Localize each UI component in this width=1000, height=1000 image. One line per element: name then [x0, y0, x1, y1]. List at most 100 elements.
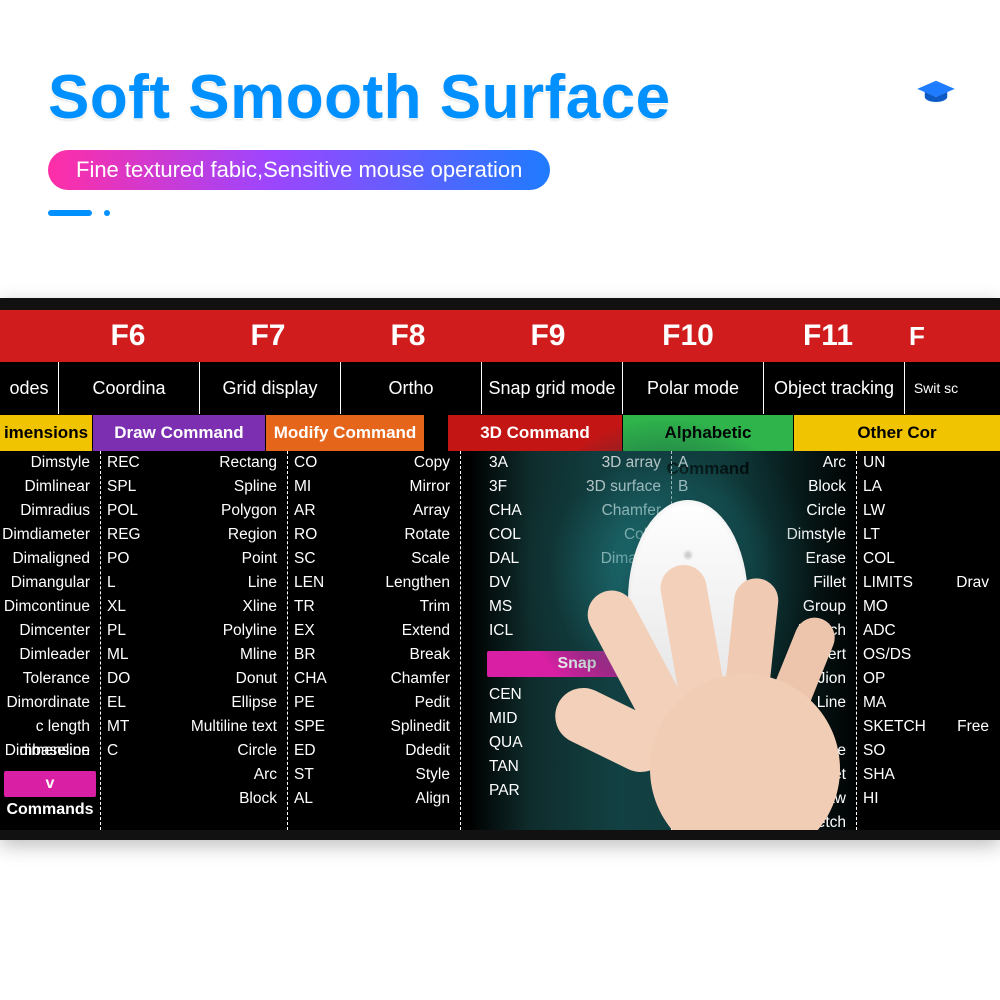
cmd-short: A: [672, 451, 712, 475]
cmd-short: DV: [483, 571, 543, 595]
cmd-short: DAL: [483, 547, 543, 571]
cmd-long: Line: [159, 571, 287, 595]
cmd-short: MO: [857, 595, 941, 619]
cmd-long: Pedit: [344, 691, 460, 715]
cat-other: Other Cor: [794, 415, 1000, 451]
cmd-short: SPL: [101, 475, 159, 499]
graduation-cap-icon: [916, 72, 956, 112]
cmd-long: Copy: [344, 451, 460, 475]
cmd-label: Dimbaseline: [0, 739, 100, 763]
cmd-long: Jion: [712, 667, 856, 691]
cmd-long: [941, 499, 999, 523]
cmd-long: Mirror: [344, 475, 460, 499]
cmd-short: UN: [857, 451, 941, 475]
cmd-long: [941, 475, 999, 499]
cmd-short: HI: [857, 787, 941, 811]
cmd-long: [941, 763, 999, 787]
cmd-short: EX: [288, 619, 344, 643]
cmd-long: 3D surface: [543, 475, 671, 499]
cmd-long: Scale: [344, 547, 460, 571]
cmd-short: MI: [288, 475, 344, 499]
cmd-short: LT: [857, 523, 941, 547]
fkey: F6: [58, 310, 198, 362]
cmd-long: Region: [159, 523, 287, 547]
cmd-short: MT: [101, 715, 159, 739]
cmd-label: Dimaligned: [0, 547, 100, 571]
cmd-short: PE: [288, 691, 344, 715]
fkey: F10: [618, 310, 758, 362]
cmd-short: DO: [101, 667, 159, 691]
fkey: F11: [758, 310, 898, 362]
fdesc: Ortho: [341, 362, 482, 414]
cmd-short: [101, 787, 159, 811]
cmd-long: [712, 715, 856, 739]
cmd-label: Dimordinate: [0, 691, 100, 715]
cmd-short: B: [672, 475, 712, 499]
cmd-long: Align: [344, 787, 460, 811]
cmd-short: MS: [483, 595, 543, 619]
snap-item: CEN: [483, 683, 549, 707]
cmd-short: REC: [101, 451, 159, 475]
cmd-short: CO: [288, 451, 344, 475]
cmd-long: Move: [712, 739, 856, 763]
cmd-short: POL: [101, 499, 159, 523]
fdesc: Swit sc: [905, 362, 967, 414]
cmd-short: 3A: [483, 451, 543, 475]
cmd-label: Dimcontinue: [0, 595, 100, 619]
cmd-short: ED: [288, 739, 344, 763]
fkey: F8: [338, 310, 478, 362]
cmd-long: [941, 619, 999, 643]
cmd-long: [941, 595, 999, 619]
cmd-short: ML: [101, 643, 159, 667]
cmd-short: MA: [857, 691, 941, 715]
cmd-long: Rectang: [159, 451, 287, 475]
cmd-short: AR: [288, 499, 344, 523]
col-dimensions: DimstyleDimlinearDimradiusDimdiameterDim…: [0, 451, 101, 835]
cmd-long: Block: [159, 787, 287, 811]
cmd-long: Multiline text: [159, 715, 287, 739]
cmd-short: SHA: [857, 763, 941, 787]
page-subtitle: Fine textured fabic,Sensitive mouse oper…: [48, 150, 550, 190]
cmd-label: Dimlinear: [0, 475, 100, 499]
cmd-long: Mline: [159, 643, 287, 667]
cmd-long: Lengthen: [344, 571, 460, 595]
cmd-short: C: [101, 739, 159, 763]
cmd-short: CHA: [483, 499, 543, 523]
command-columns: DimstyleDimlinearDimradiusDimdiameterDim…: [0, 451, 1000, 835]
cmd-long: Polyline: [159, 619, 287, 643]
col-modify: COCopyMIMirrorARArrayRORotateSCScaleLENL…: [288, 451, 461, 835]
cmd-long: Arc: [712, 451, 856, 475]
cmd-short: L: [672, 715, 712, 739]
cmd-long: Xline: [159, 595, 287, 619]
cmd-label: Dimdiameter: [0, 523, 100, 547]
cmd-short: [101, 763, 159, 787]
function-desc-row: odes Coordina Grid display Ortho Snap gr…: [0, 362, 1000, 415]
cmd-label: Tolerance: [0, 667, 100, 691]
cmd-long: Offset: [712, 763, 856, 787]
fdesc: Snap grid mode: [482, 362, 623, 414]
cmd-label: Dimangular: [0, 571, 100, 595]
cmd-long: Rotate: [344, 523, 460, 547]
accent-dot: [104, 210, 110, 216]
cmd-short: M: [672, 739, 712, 763]
cmd-long: Free: [941, 715, 999, 739]
cmd-short: PL: [101, 619, 159, 643]
section-commands: v Commands: [4, 771, 96, 797]
cmd-long: [941, 451, 999, 475]
cmd-short: PO: [101, 547, 159, 571]
cmd-label: c length dimension: [0, 715, 100, 739]
function-key-row: F6 F7 F8 F9 F10 F11 F: [0, 310, 1000, 362]
cmd-long: Donut: [159, 667, 287, 691]
page-title: Soft Smooth Surface: [48, 62, 671, 133]
fdesc: Coordina: [59, 362, 200, 414]
cmd-short: OS/DS: [857, 643, 941, 667]
snap-item: MID: [483, 707, 549, 731]
cmd-short: N: [672, 763, 712, 787]
cmd-short: LW: [857, 499, 941, 523]
cmd-short: LIMITS: [857, 571, 941, 595]
cmd-long: Extend: [344, 619, 460, 643]
cmd-short: LEN: [288, 571, 344, 595]
cmd-short: CHA: [288, 667, 344, 691]
cmd-short: ICL: [483, 619, 543, 643]
fkey: F: [898, 310, 936, 362]
